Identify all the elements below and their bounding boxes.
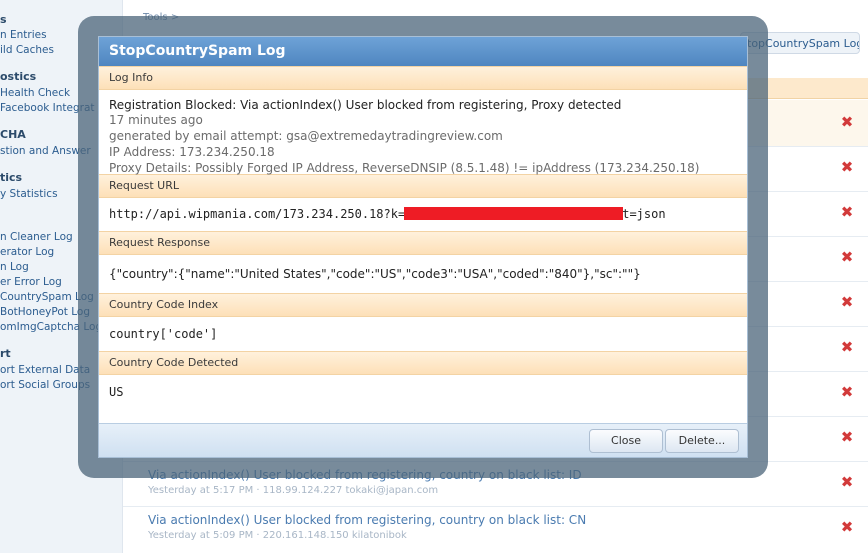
log-dialog: StopCountrySpam Log Log Info Registratio… — [98, 36, 748, 458]
sidebar-item-import-external[interactable]: ort External Data — [0, 364, 90, 376]
close-button[interactable]: Close — [589, 429, 663, 453]
row-divider — [123, 506, 868, 507]
request-url-body: http://api.wipmania.com/173.234.250.18?k… — [99, 198, 747, 231]
sidebar-item-error-log[interactable]: er Error Log — [0, 276, 62, 288]
request-response-body: {"country":{"name":"United States","code… — [109, 267, 641, 281]
delete-x-icon[interactable]: ✖ — [840, 250, 854, 265]
sidebar-item-generator-log[interactable]: erator Log — [0, 246, 54, 258]
delete-x-icon[interactable]: ✖ — [840, 430, 854, 445]
delete-x-icon[interactable]: ✖ — [840, 340, 854, 355]
sidebar-item-entries[interactable]: n Entries — [0, 29, 47, 41]
log-info-body: Registration Blocked: Via actionIndex() … — [99, 90, 747, 175]
section-header-request-response: Request Response — [99, 231, 747, 255]
log-message: Registration Blocked: Via actionIndex() … — [109, 98, 622, 112]
section-header-country-code-detected: Country Code Detected — [99, 351, 747, 375]
section-header-log-info: Log Info — [99, 66, 747, 90]
sidebar-item-build-caches[interactable]: ild Caches — [0, 44, 54, 56]
sidebar-heading-import: rt — [0, 347, 11, 360]
entry-meta: Yesterday at 5:17 PM · 118.99.124.227 to… — [148, 485, 439, 496]
sidebar-heading-statistics: tics — [0, 171, 23, 184]
dialog-title: StopCountrySpam Log — [99, 37, 747, 66]
sidebar-item-import-social[interactable]: ort Social Groups — [0, 379, 90, 391]
delete-x-icon[interactable]: ✖ — [840, 205, 854, 220]
sidebar-item-log[interactable]: n Log — [0, 261, 29, 273]
entry-title[interactable]: Via actionIndex() User blocked from regi… — [148, 513, 586, 527]
delete-x-icon[interactable]: ✖ — [840, 385, 854, 400]
section-header-request-url: Request URL — [99, 174, 747, 198]
sidebar-item-statistics[interactable]: y Statistics — [0, 188, 58, 200]
delete-x-icon[interactable]: ✖ — [840, 115, 854, 130]
section-header-country-code-index: Country Code Index — [99, 293, 747, 317]
log-email: generated by email attempt: gsa@extremed… — [109, 129, 503, 143]
sidebar-item-cleaner-log[interactable]: n Cleaner Log — [0, 231, 73, 243]
request-url-suffix: t=json — [622, 207, 666, 221]
list-item[interactable]: Via actionIndex() User blocked from regi… — [148, 513, 586, 541]
delete-x-icon[interactable]: ✖ — [840, 520, 854, 535]
log-ip: IP Address: 173.234.250.18 — [109, 145, 275, 159]
delete-button[interactable]: Delete... — [665, 429, 739, 453]
country-code-index-value: country['code'] — [109, 327, 218, 341]
sidebar-heading-diagnostics: ostics — [0, 70, 37, 83]
redaction-bar — [404, 207, 624, 220]
delete-x-icon[interactable]: ✖ — [840, 160, 854, 175]
dialog-footer: Close Delete... — [99, 423, 747, 457]
entry-meta: Yesterday at 5:09 PM · 220.161.148.150 k… — [148, 530, 407, 541]
sidebar-heading-captcha: CHA — [0, 128, 26, 141]
log-proxy: Proxy Details: Possibly Forged IP Addres… — [109, 161, 700, 175]
sidebar-item-health-check[interactable]: Health Check — [0, 87, 70, 99]
sidebar-item-honeypot-log[interactable]: BotHoneyPot Log — [0, 306, 90, 318]
sidebar-heading: s — [0, 13, 7, 26]
request-url-prefix: http://api.wipmania.com/173.234.250.18?k… — [109, 207, 406, 221]
country-code-detected-value: US — [109, 385, 124, 399]
log-time: 17 minutes ago — [109, 113, 203, 127]
delete-x-icon[interactable]: ✖ — [840, 475, 854, 490]
delete-x-icon[interactable]: ✖ — [840, 295, 854, 310]
